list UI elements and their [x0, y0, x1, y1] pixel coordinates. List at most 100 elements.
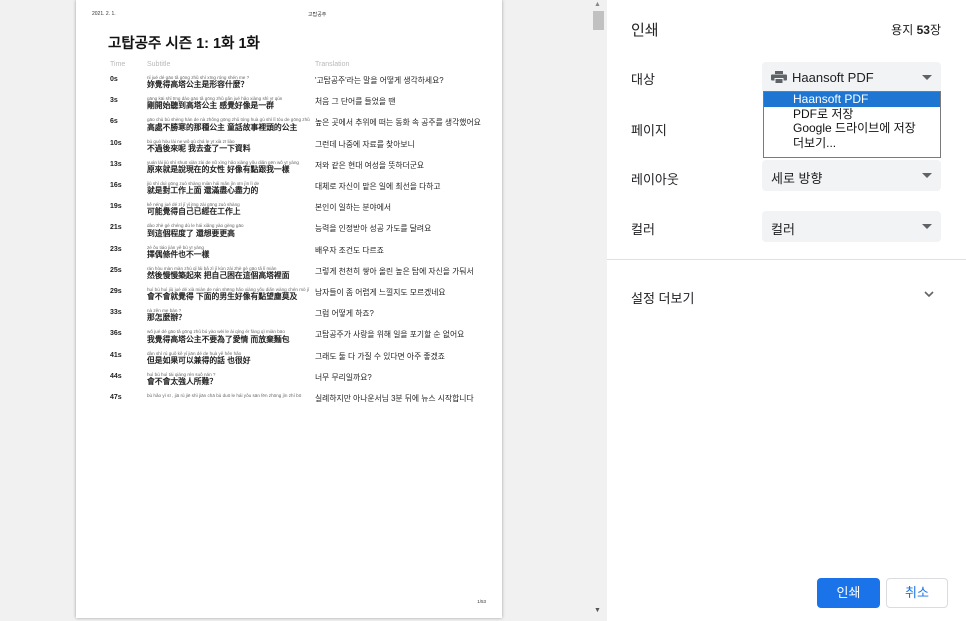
row-subtitle: bú guò hòu lái ne wǒ qù chá le yī xià zī… — [147, 139, 315, 154]
row-translation: 처음 그 단어를 들었을 땐 — [315, 97, 396, 107]
column-header-translation: Translation — [315, 61, 350, 68]
row-time: 13s — [110, 160, 122, 168]
row-subtitle: dàn shì rú guǒ kě yǐ jiān dé de huà yě h… — [147, 351, 315, 366]
row-translation: 그래도 둘 다 가질 수 있다면 아주 좋겠죠 — [315, 351, 445, 361]
scrollbar-thumb[interactable] — [593, 11, 604, 30]
preview-scrollbar[interactable]: ▲ ▼ — [590, 0, 607, 621]
row-chinese: 我覺得高塔公主不要為了愛情 而放棄麵包 — [147, 334, 290, 344]
table-row: 16s jiù shì duì gōng zuò shàng miàn hái m… — [110, 181, 482, 196]
row-chinese: 但是如果可以兼得的話 也很好 — [147, 355, 251, 365]
row-chinese: 那怎麼辦？ — [147, 313, 186, 323]
chevron-down-icon — [922, 75, 932, 80]
row-chinese: 到這個程度了 還想要更高 — [147, 228, 235, 238]
page-number: 1/53 — [477, 599, 486, 604]
more-settings-toggle[interactable]: 설정 더보기 — [631, 288, 694, 307]
row-time: 44s — [110, 372, 122, 380]
row-translation: 너무 무리일까요? — [315, 372, 372, 382]
row-subtitle: rán hòu màn màn zhú qǐ lái bǎ zì jǐ kùn … — [147, 266, 315, 281]
chevron-down-icon — [922, 173, 932, 178]
scroll-up-arrow-icon[interactable]: ▲ — [594, 1, 601, 8]
table-row: 21s dào zhè gè chéng dù le hái xiǎng yào … — [110, 223, 482, 238]
sheet-count-prefix: 용지 — [891, 23, 917, 37]
row-time: 23s — [110, 245, 122, 253]
table-row: 29s huì bú huì jiù jué dé xià miàn de nán… — [110, 287, 482, 302]
row-time: 41s — [110, 351, 122, 359]
row-translation: 그렇게 천천히 쌓아 올린 높은 탑에 자신을 가둬서 — [315, 266, 474, 276]
destination-option-google-drive[interactable]: Google 드라이브에 저장 — [764, 121, 940, 136]
row-subtitle: wǒ jué dé gāo tǎ gōng zhǔ bú yào wèi le … — [147, 329, 315, 344]
row-pinyin: bù hǎo yì sī , jiā rù jiē shì jiān chā b… — [147, 393, 302, 399]
row-chinese: 然後慢慢築起來 把自己困在這個高塔裡面 — [147, 271, 290, 281]
color-value: 컬러 — [771, 222, 795, 237]
row-chinese: 會不會太強人所難？ — [147, 377, 218, 387]
row-time: 16s — [110, 182, 122, 190]
row-subtitle: huì bú huì jiù jué dé xià miàn de nán sh… — [147, 287, 315, 302]
row-subtitle: gāng kāi shǐ tīng dào gāo tǎ gōng zhǔ gǎ… — [147, 96, 315, 111]
layout-select[interactable]: 세로 방향 — [762, 160, 941, 191]
row-subtitle: bù hǎo yì sī , jiā rù jiē shì jiān chā b… — [147, 393, 315, 404]
row-time: 36s — [110, 330, 122, 338]
destination-option-see-more[interactable]: 더보기... — [764, 136, 940, 151]
layout-value: 세로 방향 — [771, 171, 823, 186]
sheet-count: 용지 53장 — [891, 21, 941, 38]
row-translation: 능력을 인정받아 성공 가도를 달려요 — [315, 224, 432, 234]
table-row: 19s kě néng jué dé zì jǐ yǐ jīng zài gōng… — [110, 202, 482, 217]
scroll-down-arrow-icon[interactable]: ▼ — [594, 607, 601, 614]
column-header-subtitle: Subtitle — [147, 61, 171, 68]
print-settings-panel: 인쇄 용지 53장 대상 Haansoft PDF 페이지 레이아웃 세로 방향… — [607, 0, 966, 621]
table-row: 0s nǐ jué dé gāo tǎ gōng zhǔ shì xīng rón… — [110, 75, 482, 90]
row-chinese: 會不會就覺得 下面的男生好像有點望塵莫及 — [147, 292, 298, 302]
print-button[interactable]: 인쇄 — [817, 578, 880, 608]
row-translation: 그런데 나중에 자료를 찾아보니 — [315, 139, 415, 149]
row-time: 29s — [110, 288, 122, 296]
row-chinese: 原來就是說現在的女性 好像有點跟我一樣 — [147, 165, 290, 175]
row-subtitle: huì bú huì tài qiáng rén suǒ nán ? 會不會太強人… — [147, 372, 315, 387]
destination-select[interactable]: Haansoft PDF — [762, 62, 941, 93]
destination-option-save-as-pdf[interactable]: PDF로 저장 — [764, 107, 940, 122]
row-translation: 저와 같은 현대 여성을 뜻하더군요 — [315, 160, 425, 170]
row-translation: 높은 곳에서 추위에 떠는 동화 속 공주를 생각했어요 — [315, 118, 481, 128]
layout-label: 레이아웃 — [631, 172, 679, 187]
chevron-down-icon — [922, 224, 932, 229]
table-row: 10s bú guò hòu lái ne wǒ qù chá le yī xià… — [110, 139, 482, 154]
subtitle-table: 0s nǐ jué dé gāo tǎ gōng zhǔ shì xīng rón… — [110, 75, 482, 410]
row-time: 33s — [110, 309, 122, 317]
sheet-count-number: 53 — [916, 23, 930, 37]
table-row: 3s gāng kāi shǐ tīng dào gāo tǎ gōng zhǔ … — [110, 96, 482, 111]
row-translation: 실례하지만 아나운서님 3분 뒤에 뉴스 시작합니다 — [315, 394, 474, 404]
page-header-title: 고탑공주 — [308, 12, 327, 18]
row-subtitle: dào zhè gè chéng dù le hái xiǎng yào gèn… — [147, 223, 315, 238]
table-row: 47s bù hǎo yì sī , jiā rù jiē shì jiān ch… — [110, 393, 482, 404]
color-select[interactable]: 컬러 — [762, 211, 941, 242]
row-time: 21s — [110, 224, 122, 232]
row-subtitle: yuán lái jiù shì shuō xiàn zài de nǚ xìn… — [147, 160, 315, 175]
row-time: 3s — [110, 97, 118, 105]
row-translation: 대체로 자신이 맡은 일에 최선을 다하고 — [315, 182, 441, 192]
row-pinyin: gāo chù bù shèng hán de nà zhǒng gōng zh… — [147, 117, 310, 123]
document-title: 고탑공주 시즌 1: 1화 1화 — [108, 36, 260, 52]
row-subtitle: zé ǒu tiáo jiàn yě bù yī yàng 擇偶條件也不一樣 — [147, 245, 315, 260]
destination-label: 대상 — [631, 72, 655, 87]
print-dialog-title: 인쇄 — [631, 22, 659, 39]
table-row: 6s gāo chù bù shèng hán de nà zhǒng gōng … — [110, 117, 482, 132]
destination-option-haansoft-pdf[interactable]: Haansoft PDF — [764, 92, 940, 107]
row-time: 19s — [110, 203, 122, 211]
destination-value: Haansoft PDF — [792, 70, 874, 85]
chevron-down-icon[interactable] — [924, 289, 934, 299]
printer-icon — [771, 71, 787, 84]
row-subtitle: nà zěn me bàn ? 那怎麼辦？ — [147, 308, 315, 323]
row-time: 25s — [110, 266, 122, 274]
table-row: 33s nà zěn me bàn ? 那怎麼辦？ 그럼 어떻게 하죠? — [110, 308, 482, 323]
section-divider — [607, 259, 966, 260]
row-translation: 고탑공주가 사랑을 위해 일을 포기할 순 없어요 — [315, 330, 465, 340]
row-translation: 남자들이 좀 어렵게 느낄지도 모르겠네요 — [315, 288, 446, 298]
row-subtitle: gāo chù bù shèng hán de nà zhǒng gōng zh… — [147, 117, 315, 132]
row-time: 0s — [110, 76, 118, 83]
row-chinese: 剛開始聽到高塔公主 感覺好像是一群 — [147, 101, 274, 111]
row-chinese: 擇偶條件也不一樣 — [147, 249, 210, 259]
cancel-button[interactable]: 취소 — [886, 578, 948, 608]
row-translation: 그럼 어떻게 하죠? — [315, 309, 374, 319]
sheet-count-suffix: 장 — [929, 23, 941, 37]
row-chinese: 可能覺得自己已經在工作上 — [147, 207, 241, 217]
row-translation: '고탑공주'라는 말을 어떻게 생각하세요? — [315, 76, 444, 85]
